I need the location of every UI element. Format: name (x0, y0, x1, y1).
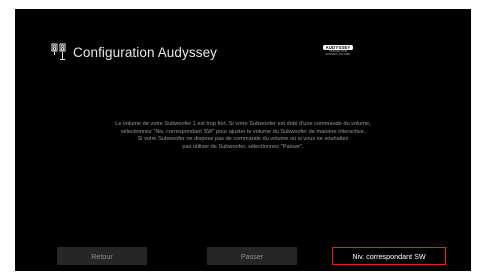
subwoofer-level-match-button[interactable]: Niv. correspondant SW (332, 247, 446, 265)
message-line: sélectionnez "Niv. correspondant SW" pou… (120, 128, 366, 135)
message-line: Le volume de votre Subwoofer 1 est trop … (115, 121, 371, 127)
page-title: Configuration Audyssey (73, 44, 218, 60)
message-line: pas utiliser de Subwoofer, sélectionnez … (182, 143, 304, 150)
page-header: Configuration Audyssey (51, 43, 217, 61)
setup-screen: Configuration Audyssey AUDYSSEY MULTEQ X… (15, 9, 471, 271)
logo-line-2: DYNAMIC VOLUME (325, 52, 351, 57)
message-line: Si votre Subwoofer ne dispose pas de com… (137, 136, 349, 143)
skip-button[interactable]: Passer (207, 247, 297, 265)
audyssey-logo: AUDYSSEY MULTEQ XT32 DYNAMIC VOLUME (319, 45, 357, 63)
back-button[interactable]: Retour (57, 247, 147, 265)
instruction-message: Le volume de votre Subwoofer 1 est trop … (47, 121, 439, 151)
speaker-setup-icon (51, 43, 66, 60)
